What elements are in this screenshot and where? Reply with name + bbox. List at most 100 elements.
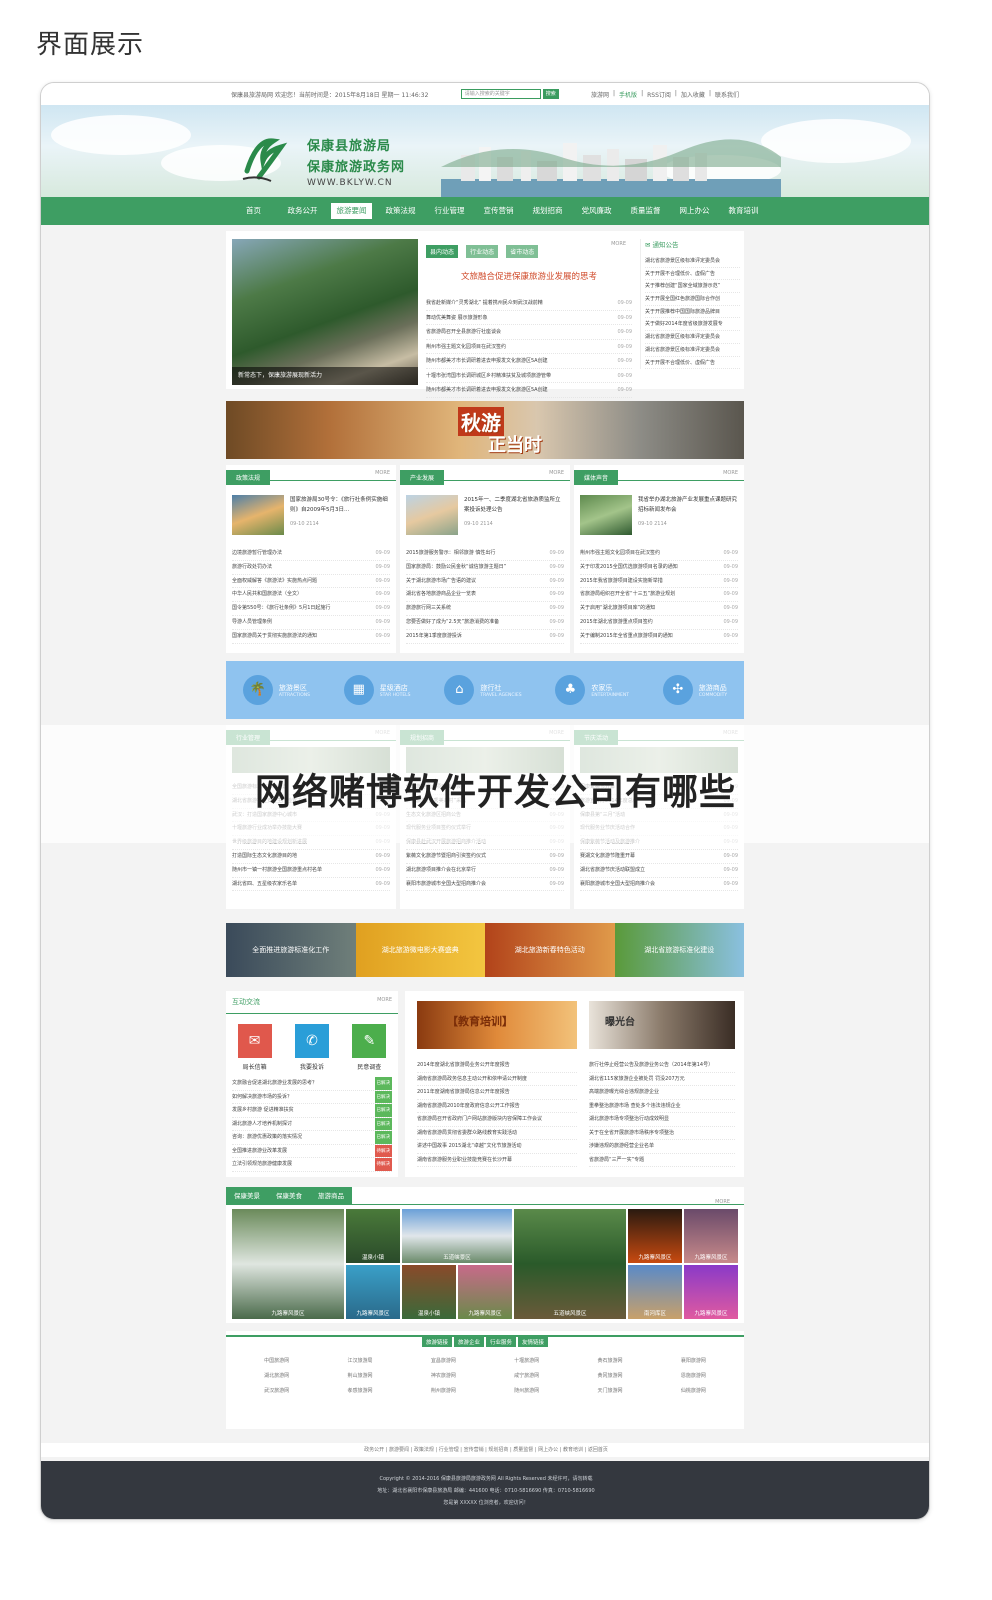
gallery-image[interactable]: 南河库区	[628, 1265, 682, 1319]
list-item[interactable]: 国家旅游局：鼓励公民金秋“诚信旅游主题日” 09-09	[406, 561, 564, 575]
gallery-image[interactable]: 五道峡风景区	[514, 1209, 626, 1319]
list-item[interactable]: 紫薇文化旅游节暨招商引资签约仪式 09-09	[406, 850, 564, 864]
list-item[interactable]: 旅游行政处罚办法 09-09	[232, 561, 390, 575]
nav-item-policy[interactable]: 政策法规	[376, 197, 425, 225]
gallery-image[interactable]: 九路寨风景区	[628, 1209, 682, 1263]
list-item[interactable]: 湖北省旅游景区级标准评定委员会	[645, 255, 740, 268]
nav-item-news[interactable]: 旅游要闻	[331, 203, 372, 219]
slide-item[interactable]: 湖北旅游新春特色活动	[485, 923, 615, 977]
service-link[interactable]: ♣ 农家乐 ENTERTAINMENT	[555, 675, 629, 705]
nav-item-quality[interactable]: 质量监督	[621, 197, 670, 225]
list-item[interactable]: 关于启用“湖北旅游项目库”的通知 09-09	[580, 602, 738, 616]
list-item[interactable]: 2015年我省旅游项目建设实施新举措 09-09	[580, 575, 738, 589]
site-logo-text[interactable]: 保康县旅游局 保康旅游政务网 WWW.BKLYW.CN	[307, 135, 405, 188]
top-link[interactable]: 联系我们	[715, 90, 739, 99]
service-link[interactable]: 🌴 旅游景区 ATTRACTIONS	[242, 675, 310, 705]
friend-link[interactable]: 十堰旅游网	[490, 1357, 563, 1364]
list-item[interactable]: 湖北省各地旅游商品企业一览表 09-09	[406, 588, 564, 603]
list-item[interactable]: 2011年度湖南省旅游局信息公开年度报告	[417, 1086, 577, 1100]
list-item[interactable]: 关于编制2015年全省重点旅游项目的通知 09-09	[580, 630, 738, 644]
list-item[interactable]: 湖北省旅游节庆活动联盟成立 09-09	[580, 864, 738, 878]
friend-link[interactable]: 天门旅游网	[573, 1387, 646, 1394]
nav-item-home[interactable]: 首页	[229, 197, 278, 225]
news-photo-caption[interactable]: 新常态下，保康旅游展现新活力	[232, 367, 418, 385]
list-item[interactable]: 您要否做好了成为“2.5天”旅游消费的准备 09-09	[406, 616, 564, 630]
friend-link[interactable]: 武汉旅游网	[240, 1387, 313, 1394]
friend-link[interactable]: 江汉旅游局	[323, 1357, 396, 1364]
friend-link[interactable]: 荆州旅游网	[407, 1387, 480, 1394]
more-link[interactable]: MORE	[375, 470, 390, 476]
list-item[interactable]: 荆州市强主题文化园项目在武汉签约 09-09	[580, 547, 738, 561]
friend-link[interactable]: 黄冈旅游网	[573, 1372, 646, 1379]
list-item[interactable]: 全国推进旅游业改革发展 待解决	[232, 1144, 392, 1158]
interaction-button[interactable]: ✉ 局长信箱	[237, 1024, 272, 1071]
list-item[interactable]: 旅行社停止经营公告及旅游业务公告（2014年第14号）	[589, 1059, 735, 1073]
tab-industry-news[interactable]: 行业动态	[466, 245, 499, 258]
tab-products[interactable]: 旅游商品	[310, 1187, 352, 1204]
slide-item[interactable]: 湖北旅游微电影大赛盛典	[355, 923, 485, 977]
friend-link[interactable]: 湖北旅游网	[240, 1372, 313, 1379]
list-item[interactable]: 省旅游局召开全县旅游行社座谈会 09-09	[426, 325, 632, 340]
gallery-image[interactable]: 温泉小镇	[346, 1209, 400, 1263]
nav-item-planning[interactable]: 规划招商	[523, 197, 572, 225]
more-link[interactable]: MORE	[723, 470, 738, 476]
friend-link[interactable]: 中国旅游网	[240, 1357, 313, 1364]
list-item[interactable]: 关于印发2015全国优选旅游项目名录的通知 09-09	[580, 561, 738, 575]
friend-link[interactable]: 仙桃旅游网	[657, 1387, 730, 1394]
list-item[interactable]: 湖北省四、五星级农家乐名单 09-09	[232, 878, 390, 892]
list-item[interactable]: 国家旅游局关于贯彻实施旅游法的通知 09-09	[232, 630, 390, 644]
top-link[interactable]: 加入收藏	[681, 90, 705, 99]
list-item[interactable]: 2015旅游服务警示：相邻旅游 慎性出行 09-09	[406, 547, 564, 561]
list-item[interactable]: 讲述中国故事 2015湖北“卓越”文化节旅游活动	[417, 1140, 577, 1154]
column-title[interactable]: 产业发展	[400, 470, 445, 485]
tab-scenery[interactable]: 保康美景	[226, 1187, 268, 1204]
gallery-image[interactable]: 五道峡景区	[402, 1209, 512, 1263]
list-item[interactable]: 湖南省旅游局贯彻省委群众路线教育实践活动	[417, 1127, 577, 1140]
gallery-image[interactable]: 九路寨风景区	[346, 1265, 400, 1319]
gallery-image[interactable]: 温泉小镇	[402, 1265, 456, 1319]
list-item[interactable]: 湖北旅游项目推介会在北京举行 09-09	[406, 864, 564, 878]
list-item[interactable]: 中华人民共和国旅游法（全文） 09-09	[232, 588, 390, 603]
column-thumbnail[interactable]	[232, 495, 284, 535]
list-item[interactable]: 湖南省旅游局政务信息主动公开和依申请公开制度	[417, 1073, 577, 1086]
list-item[interactable]: 咨询：旅游优惠政策的落实情况 已解决	[232, 1131, 392, 1145]
list-item[interactable]: 关于开展全国红色旅游国际合作创	[645, 293, 740, 306]
friend-link[interactable]: 襄阳旅游网	[657, 1357, 730, 1364]
links-tab[interactable]: 行业服务	[486, 1337, 517, 1347]
list-item[interactable]: 高端旅游曝光综合违规旅游企业	[589, 1086, 735, 1100]
column-excerpt[interactable]: 国家旅游局30号令：《旅行社条例实施细则》自2009年5月3日... 09-10 …	[290, 495, 390, 529]
search-input[interactable]: 请输入搜索的关键字	[460, 89, 541, 99]
list-item[interactable]: 旅游旅行网三关系统 09-09	[406, 602, 564, 616]
list-item[interactable]: 2015年湖北省旅游重点项目签约 09-09	[580, 616, 738, 630]
column-title[interactable]: 媒体声音	[574, 470, 619, 485]
list-item[interactable]: 随州市都美才市长调研着进去申报发文化旅游区5A创建 09-09	[426, 383, 632, 398]
list-item[interactable]: 关于开展不合理低价、虚假广告	[645, 357, 740, 370]
gallery-image[interactable]: 九路寨风景区	[232, 1209, 344, 1319]
friend-link[interactable]: 宜昌旅游网	[407, 1357, 480, 1364]
service-link[interactable]: ▦ 星级酒店 STAR HOTELS	[343, 675, 411, 705]
interaction-button[interactable]: ✆ 我要投诉	[294, 1024, 329, 1071]
list-item[interactable]: 我省赴新媒介“灵秀湖北” 提着携州民众到武汉战前精 09-09	[426, 296, 632, 311]
list-item[interactable]: 立法引领规范旅游健康发展 待解决	[232, 1158, 392, 1172]
column-excerpt[interactable]: 2015年一、二季度湖北省旅游质监所立案投诉处理公告 09-10 2114	[464, 495, 564, 529]
top-link[interactable]: RSS订阅	[647, 90, 671, 99]
list-item[interactable]: 省旅游局“三严一实”专题	[589, 1154, 735, 1167]
list-item[interactable]: 如何解决旅游市场的投诉？ 已解决	[232, 1090, 392, 1104]
interaction-button[interactable]: ✎ 民意调查	[352, 1024, 387, 1071]
list-item[interactable]: 发展乡村旅游 促进精准扶贫 已解决	[232, 1104, 392, 1118]
list-item[interactable]: 关于做好2014年度省级旅游发展专	[645, 318, 740, 332]
nav-item-education[interactable]: 教育培训	[719, 197, 768, 225]
more-link[interactable]: MORE	[377, 997, 392, 1003]
footer-nav[interactable]: 政务公开 | 旅游要闻 | 政策法规 | 行业管理 | 宣传营销 | 规划招商 …	[41, 1443, 929, 1457]
column-title[interactable]: 政策法规	[226, 470, 271, 485]
list-item[interactable]: 边境旅游暂行管理办法 09-09	[232, 547, 390, 561]
list-item[interactable]: 文旅融合促进湖北旅游业发展的思考？ 已解决	[232, 1077, 392, 1091]
list-item[interactable]: 湖南省旅游局2010年度政府信息公开工作报告	[417, 1100, 577, 1113]
service-link[interactable]: ⌂ 旅行社 TRAVEL AGENCIES	[444, 675, 522, 705]
list-item[interactable]: 赛湖文化旅游节隆重开幕 09-09	[580, 850, 738, 864]
gallery-image[interactable]: 九路寨风景区	[684, 1209, 738, 1263]
list-item[interactable]: 舞动优美舞姿 展示旅游形象 09-09	[426, 311, 632, 325]
list-item[interactable]: 关于开展推荐中国国际旅游品牌目	[645, 306, 740, 319]
list-item[interactable]: 国令第550号：《旅行社条例》5月1日起施行 09-09	[232, 602, 390, 616]
list-item[interactable]: 涉嫌违规的旅游经营企业名单	[589, 1140, 735, 1154]
